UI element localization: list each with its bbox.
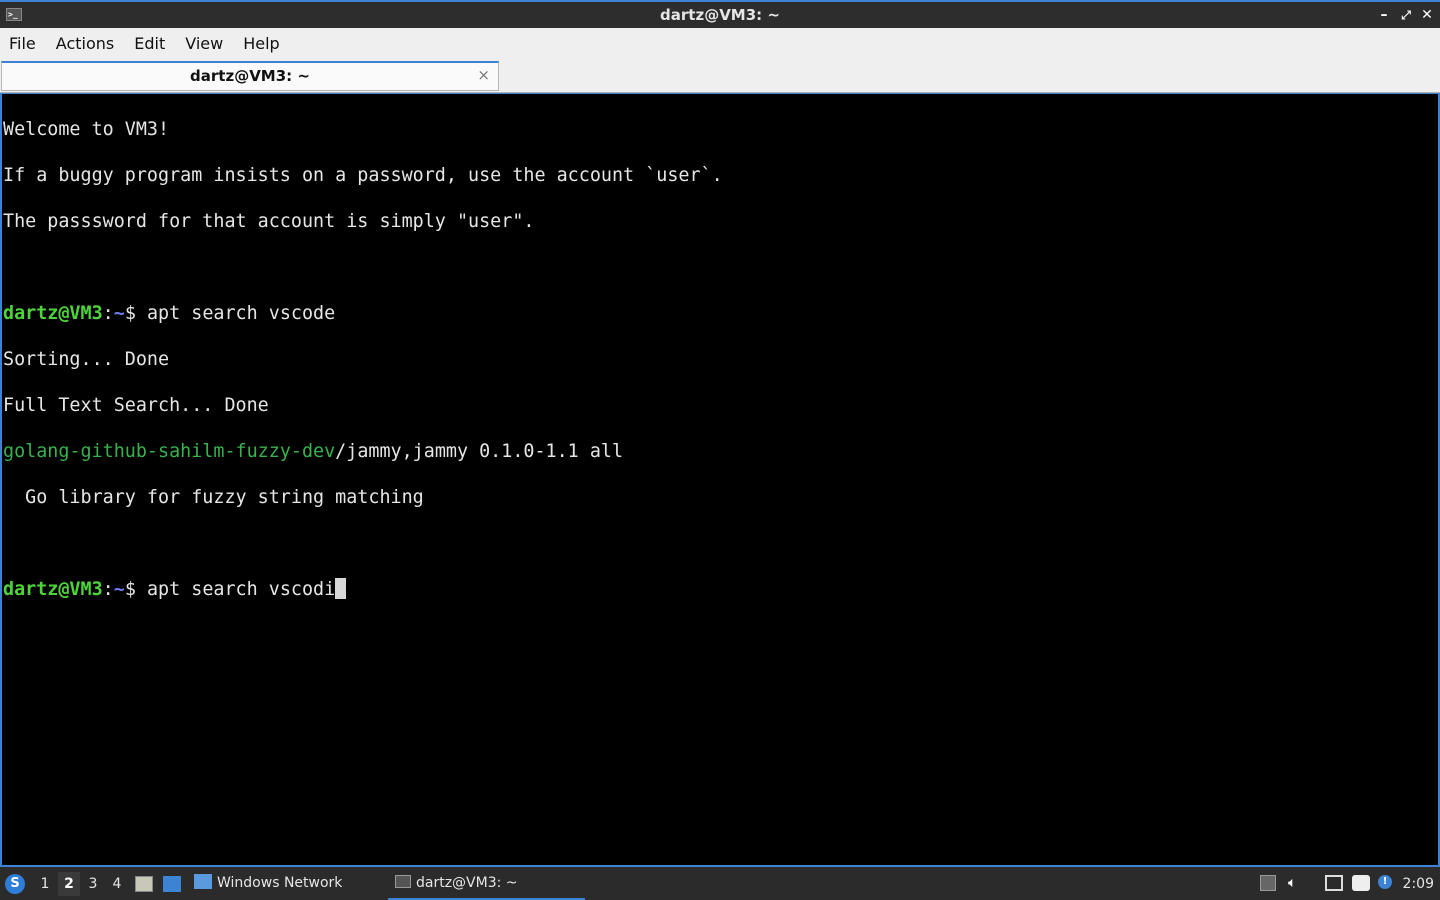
- workspace-3[interactable]: 3: [82, 876, 104, 892]
- text-cursor: [335, 578, 347, 599]
- minimize-button[interactable]: –: [1376, 7, 1392, 23]
- menu-edit[interactable]: Edit: [124, 29, 175, 59]
- maximize-button[interactable]: ⤢: [1398, 7, 1414, 23]
- prompt-path: ~: [113, 303, 125, 324]
- update-notification-icon[interactable]: !: [1378, 875, 1392, 889]
- menu-view[interactable]: View: [175, 29, 233, 59]
- tray-up-arrow-icon[interactable]: [1260, 875, 1276, 891]
- menu-help[interactable]: Help: [233, 29, 289, 59]
- menu-bar: File Actions Edit View Help: [0, 28, 1440, 60]
- output-line: Full Text Search... Done: [3, 395, 269, 416]
- prompt-separator: :: [102, 303, 114, 324]
- task-windows-network[interactable]: Windows Network: [194, 867, 379, 900]
- tab-bar: dartz@VM3: ~ ×: [0, 60, 1440, 93]
- prompt-separator: :: [102, 579, 114, 600]
- close-button[interactable]: ✕: [1419, 7, 1435, 23]
- show-desktop-icon[interactable]: [163, 876, 181, 892]
- workspace-2[interactable]: 2: [58, 872, 80, 896]
- window-titlebar[interactable]: >_ dartz@VM3: ~ – ⤢ ✕: [0, 0, 1440, 28]
- terminal-icon: [395, 875, 411, 888]
- tab-label: dartz@VM3: ~: [190, 67, 310, 85]
- clock[interactable]: 2:09: [1403, 876, 1434, 892]
- prompt-user: dartz@VM3: [3, 579, 103, 600]
- network-icon[interactable]: [1325, 875, 1343, 891]
- package-description: Go library for fuzzy string matching: [3, 487, 424, 508]
- prompt-symbol: $: [124, 579, 147, 600]
- motd-line: Welcome to VM3!: [3, 119, 170, 140]
- command-line: dartz@VM3:~$ apt search vscode: [3, 302, 1438, 325]
- menu-actions[interactable]: Actions: [46, 29, 124, 59]
- prompt-path: ~: [113, 579, 125, 600]
- terminal-output[interactable]: Welcome to VM3! If a buggy program insis…: [0, 93, 1440, 867]
- motd-line: The passsword for that account is simply…: [3, 211, 535, 232]
- workspace-1[interactable]: 1: [34, 876, 56, 892]
- motd-line: If a buggy program insists on a password…: [3, 165, 723, 186]
- command-line: dartz@VM3:~$ apt search vscodi: [3, 578, 1438, 601]
- package-version: /jammy,jammy 0.1.0-1.1 all: [335, 441, 624, 462]
- clipboard-icon[interactable]: [1352, 875, 1370, 891]
- taskbar: S 1 2 3 4 Windows Network dartz@VM3: ~ 🔈…: [0, 867, 1440, 900]
- package-name: golang-github-sahilm-fuzzy-dev: [3, 441, 336, 462]
- task-terminal[interactable]: dartz@VM3: ~: [388, 867, 585, 900]
- window-title: dartz@VM3: ~: [660, 6, 780, 24]
- workspace-4[interactable]: 4: [106, 876, 128, 892]
- task-label: dartz@VM3: ~: [416, 875, 518, 891]
- task-label: Windows Network: [217, 875, 343, 891]
- volume-icon[interactable]: 🔈︎: [1288, 875, 1304, 891]
- result-line: golang-github-sahilm-fuzzy-dev/jammy,jam…: [3, 440, 1438, 463]
- prompt-user: dartz@VM3: [3, 303, 103, 324]
- output-line: Sorting... Done: [3, 349, 170, 370]
- menu-file[interactable]: File: [0, 29, 46, 59]
- start-menu-icon[interactable]: S: [5, 874, 25, 894]
- prompt-symbol: $: [124, 303, 147, 324]
- command-text: apt search vscode: [146, 303, 336, 324]
- folder-icon: [194, 874, 212, 889]
- command-input[interactable]: apt search vscodi: [147, 579, 335, 600]
- file-manager-icon[interactable]: [135, 876, 153, 892]
- tab-terminal[interactable]: dartz@VM3: ~ ×: [1, 61, 499, 91]
- tab-close-icon[interactable]: ×: [477, 66, 490, 84]
